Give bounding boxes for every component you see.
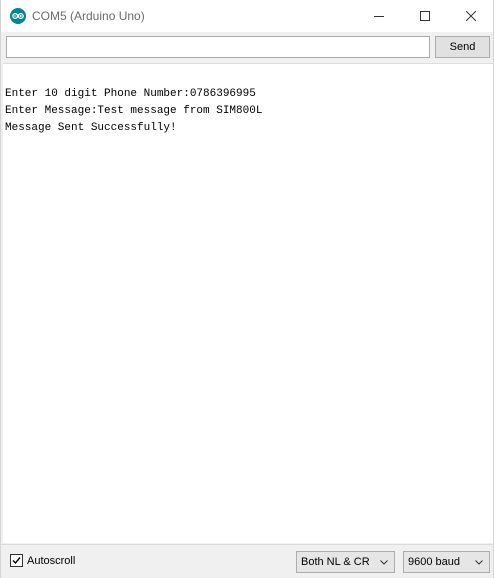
checkmark-icon <box>12 557 21 565</box>
line-ending-value: Both NL & CR <box>301 556 370 568</box>
send-row: Send <box>1 32 493 62</box>
autoscroll-label: Autoscroll <box>27 554 76 567</box>
arduino-logo-icon <box>10 8 26 24</box>
window-title: COM5 (Arduino Uno) <box>32 9 145 23</box>
output-line: Enter Message:Test message from SIM800L <box>5 105 263 117</box>
line-ending-select[interactable]: Both NL & CR <box>296 551 395 573</box>
send-button[interactable]: Send <box>435 36 490 58</box>
chevron-down-icon <box>380 560 388 565</box>
autoscroll-checkbox[interactable] <box>10 554 23 567</box>
output-line: Enter 10 digit Phone Number:0786396995 <box>5 88 256 100</box>
serial-output[interactable]: Enter 10 digit Phone Number:0786396995 E… <box>3 63 493 543</box>
close-button[interactable] <box>448 0 494 32</box>
maximize-button[interactable] <box>402 0 448 32</box>
close-icon <box>466 11 476 21</box>
serial-input[interactable] <box>6 36 430 58</box>
minimize-icon <box>374 16 384 17</box>
chevron-down-icon <box>475 560 483 565</box>
title-bar[interactable]: COM5 (Arduino Uno) <box>1 0 493 32</box>
baud-rate-select[interactable]: 9600 baud <box>403 551 490 573</box>
autoscroll-toggle[interactable]: Autoscroll <box>10 554 75 567</box>
maximize-icon <box>420 11 430 21</box>
minimize-button[interactable] <box>356 0 402 32</box>
bottom-bar: Autoscroll Both NL & CR 9600 baud <box>1 544 493 578</box>
baud-rate-value: 9600 baud <box>408 556 460 568</box>
serial-monitor-window: COM5 (Arduino Uno) Send Enter 10 digit P… <box>0 0 494 578</box>
output-line: Message Sent Successfully! <box>5 122 177 134</box>
